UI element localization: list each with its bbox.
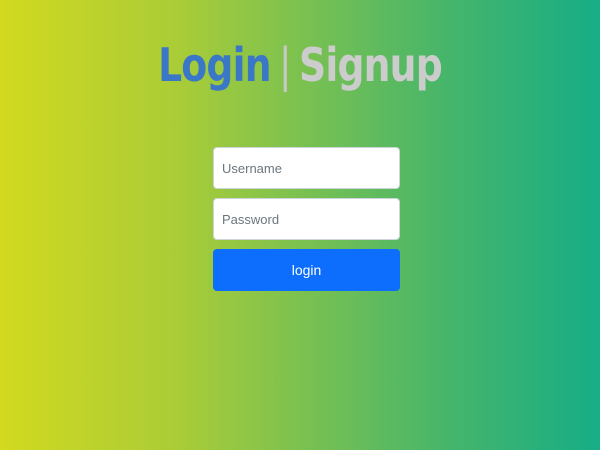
login-page: { "header": { "login_tab": "Login", "sep… xyxy=(0,0,600,450)
login-button[interactable]: login xyxy=(213,249,400,291)
username-input[interactable] xyxy=(213,147,400,189)
tab-separator: | xyxy=(278,38,292,92)
tab-signup[interactable]: Signup xyxy=(299,38,443,92)
password-input[interactable] xyxy=(213,198,400,240)
tab-login[interactable]: Login xyxy=(158,38,271,92)
auth-tabs: Login | Signup xyxy=(54,38,546,92)
login-form: login xyxy=(213,147,400,291)
